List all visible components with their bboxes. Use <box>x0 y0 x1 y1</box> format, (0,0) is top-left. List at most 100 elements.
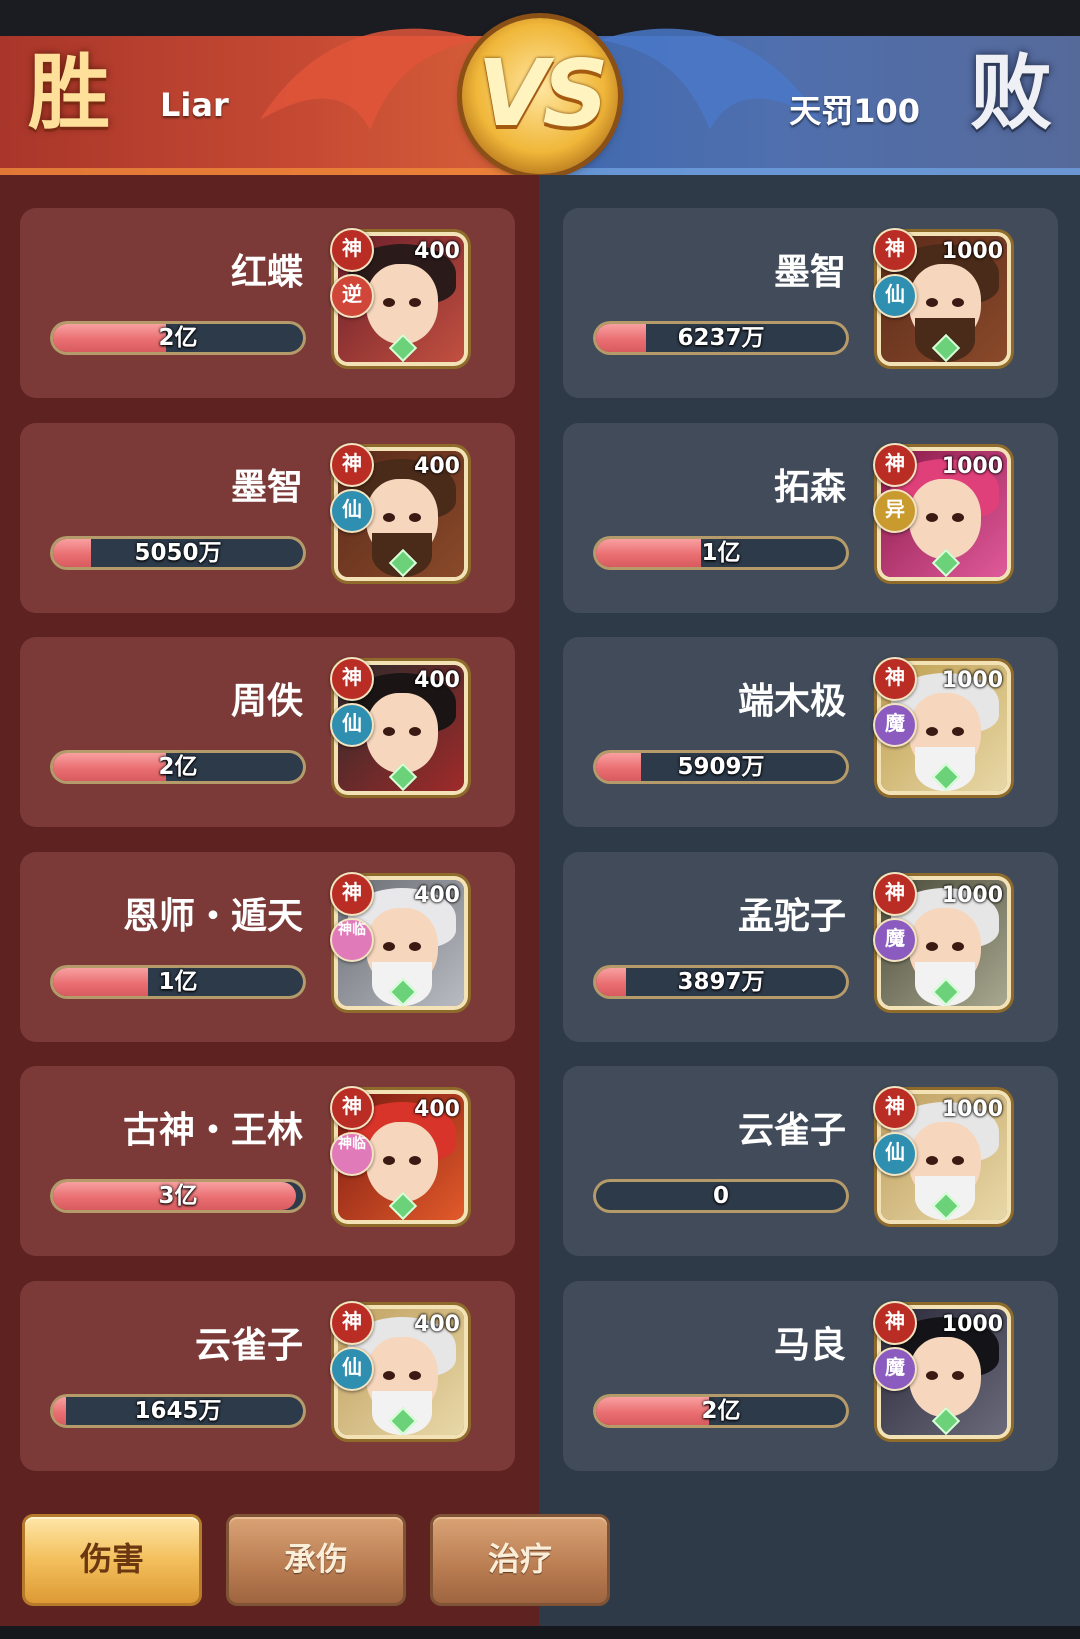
star-level: 400 <box>414 239 460 264</box>
vs-text: VS <box>477 40 608 147</box>
hero-name: 马良 <box>773 1325 846 1366</box>
hero-eye <box>952 298 964 307</box>
hero-name: 云雀子 <box>194 1325 303 1366</box>
hero-eye <box>383 1371 395 1380</box>
tab-healing[interactable]: 治疗 <box>433 1517 607 1603</box>
hero-card[interactable]: 红蝶 2亿 400 神逆 <box>20 208 515 398</box>
god-rank-badge: 神 <box>873 1086 917 1130</box>
damage-value: 5909万 <box>677 754 765 780</box>
hero-eye <box>409 1371 421 1380</box>
hero-eye <box>952 1371 964 1380</box>
damage-bar: 6237万 <box>593 321 849 355</box>
hero-eye <box>952 513 964 522</box>
faction-badge: 仙 <box>330 489 374 533</box>
hero-face <box>366 693 438 773</box>
winner-player-name: Liar <box>160 86 229 124</box>
damage-bar: 5050万 <box>50 536 306 570</box>
hero-eye <box>952 942 964 951</box>
star-level: 1000 <box>941 1097 1003 1122</box>
hero-card[interactable]: 云雀子 1645万 400 神仙 <box>20 1281 515 1471</box>
hero-eye <box>926 942 938 951</box>
god-rank-badge: 神 <box>330 657 374 701</box>
hero-face <box>909 479 981 559</box>
faction-badge: 仙 <box>873 274 917 318</box>
hero-eye <box>952 1156 964 1165</box>
faction-badge: 仙 <box>873 1132 917 1176</box>
hero-eye <box>409 298 421 307</box>
hero-name: 云雀子 <box>737 1110 846 1151</box>
hero-card[interactable]: 墨智 5050万 400 神仙 <box>20 423 515 613</box>
god-rank-badge: 神 <box>330 1301 374 1345</box>
hero-face <box>909 1337 981 1417</box>
star-level: 1000 <box>941 239 1003 264</box>
hero-card[interactable]: 云雀子 0 1000 神仙 <box>563 1066 1058 1256</box>
god-rank-badge: 神 <box>873 657 917 701</box>
god-rank-badge: 神 <box>873 1301 917 1345</box>
damage-bar: 3897万 <box>593 965 849 999</box>
damage-bar: 1645万 <box>50 1394 306 1428</box>
damage-bar: 0 <box>593 1179 849 1213</box>
hero-name: 墨智 <box>773 252 846 293</box>
hero-card[interactable]: 马良 2亿 1000 神魔 <box>563 1281 1058 1471</box>
hero-eye <box>409 942 421 951</box>
hero-card[interactable]: 拓森 1亿 1000 神异 <box>563 423 1058 613</box>
vs-emblem: VS <box>462 18 618 174</box>
hero-name: 端木极 <box>737 681 846 722</box>
bottom-edge <box>0 1626 1080 1639</box>
damage-value: 2亿 <box>158 754 198 780</box>
hero-eye <box>926 1156 938 1165</box>
star-level: 400 <box>414 668 460 693</box>
damage-bar: 3亿 <box>50 1179 306 1213</box>
hero-eye <box>926 727 938 736</box>
hero-card[interactable]: 古神・王林 3亿 400 神神临 <box>20 1066 515 1256</box>
damage-value: 1亿 <box>158 969 198 995</box>
winner-banner-edge <box>0 168 540 175</box>
damage-bar: 2亿 <box>593 1394 849 1428</box>
damage-bar: 2亿 <box>50 321 306 355</box>
damage-value: 0 <box>712 1183 729 1209</box>
faction-badge: 魔 <box>873 703 917 747</box>
hero-card[interactable]: 恩师・遁天 1亿 400 神神临 <box>20 852 515 1042</box>
tab-damage-taken[interactable]: 承伤 <box>229 1517 403 1603</box>
hero-card[interactable]: 孟驼子 3897万 1000 神魔 <box>563 852 1058 1042</box>
hero-eye <box>926 513 938 522</box>
faction-badge: 异 <box>873 489 917 533</box>
god-rank-badge: 神 <box>873 443 917 487</box>
god-rank-badge: 神 <box>873 228 917 272</box>
star-level: 1000 <box>941 1312 1003 1337</box>
tab-damage[interactable]: 伤害 <box>25 1517 199 1603</box>
battle-header: 胜 Liar 天罚100 败 VS <box>0 0 1080 175</box>
hero-eye <box>952 727 964 736</box>
hero-eye <box>926 1371 938 1380</box>
faction-badge: 仙 <box>330 703 374 747</box>
hero-card[interactable]: 墨智 6237万 1000 神仙 <box>563 208 1058 398</box>
damage-value: 2亿 <box>701 1398 741 1424</box>
hero-card[interactable]: 周佚 2亿 400 神仙 <box>20 637 515 827</box>
faction-badge: 仙 <box>330 1347 374 1391</box>
hero-eye <box>383 1156 395 1165</box>
flame-wing-right-icon <box>600 28 820 130</box>
star-level: 400 <box>414 1097 460 1122</box>
star-level: 400 <box>414 454 460 479</box>
hero-eye <box>409 513 421 522</box>
hero-eye <box>409 727 421 736</box>
damage-bar: 2亿 <box>50 750 306 784</box>
hero-eye <box>383 942 395 951</box>
hero-eye <box>383 727 395 736</box>
god-rank-badge: 神 <box>330 872 374 916</box>
damage-value: 3897万 <box>677 969 765 995</box>
faction-badge: 神临 <box>330 918 374 962</box>
star-level: 1000 <box>941 668 1003 693</box>
hero-face <box>366 1122 438 1202</box>
flame-wing-left-icon <box>260 28 480 130</box>
faction-badge: 逆 <box>330 274 374 318</box>
hero-face <box>366 264 438 344</box>
loser-banner-edge <box>540 168 1080 175</box>
star-level: 400 <box>414 1312 460 1337</box>
star-level: 1000 <box>941 883 1003 908</box>
hero-name: 红蝶 <box>230 252 303 293</box>
hero-card[interactable]: 端木极 5909万 1000 神魔 <box>563 637 1058 827</box>
damage-bar: 1亿 <box>50 965 306 999</box>
damage-bar: 1亿 <box>593 536 849 570</box>
god-rank-badge: 神 <box>330 228 374 272</box>
